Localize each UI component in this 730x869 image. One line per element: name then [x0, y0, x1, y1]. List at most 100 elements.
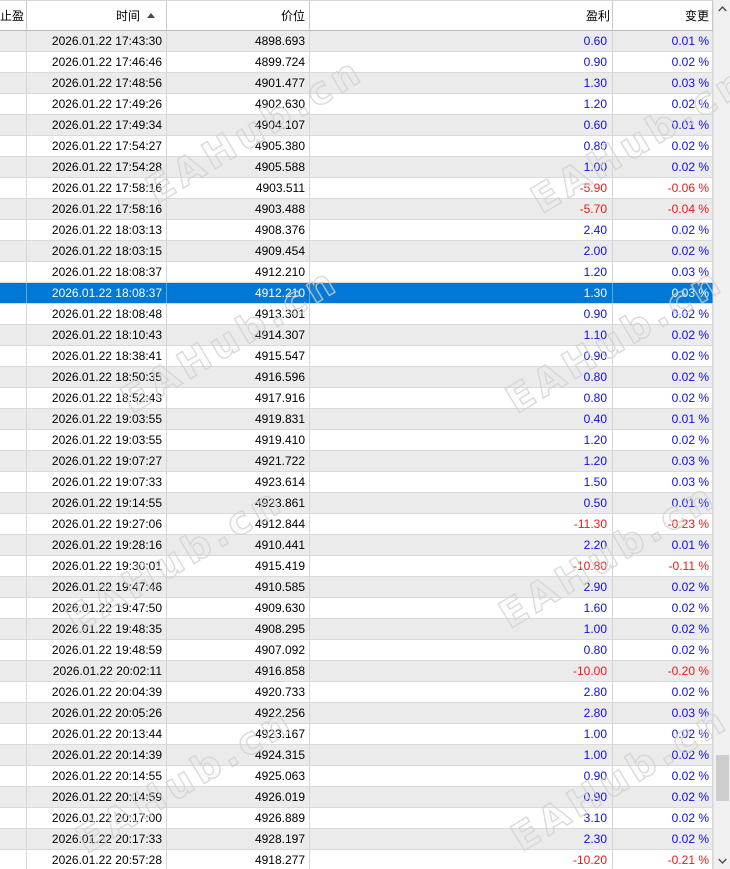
table-row[interactable]: 2026.01.22 18:38:41 4915.547 0.90 0.02 % — [0, 346, 713, 367]
cell-price: 4903.488 — [167, 199, 310, 219]
cell-price: 4915.419 — [167, 556, 310, 576]
cell-time: 2026.01.22 20:14:39 — [27, 745, 167, 765]
table-row[interactable]: 2026.01.22 19:30:01 4915.419 -10.80 -0.11 % — [0, 556, 713, 577]
cell-price: 4912.210 — [167, 262, 310, 282]
table-row[interactable]: 2026.01.22 19:27:06 4912.844 -11.30 -0.23 % — [0, 514, 713, 535]
cell-profit: 2.90 — [310, 577, 613, 597]
cell-time: 2026.01.22 18:38:41 — [27, 346, 167, 366]
table-row[interactable]: 2026.01.22 17:58:16 4903.511 -5.90 -0.06 % — [0, 178, 713, 199]
table-row[interactable]: 2026.01.22 17:58:16 4903.488 -5.70 -0.04 % — [0, 199, 713, 220]
table-row[interactable]: 2026.01.22 19:07:27 4921.722 1.20 0.03 % — [0, 451, 713, 472]
table-row[interactable]: 2026.01.22 20:14:55 4925.063 0.90 0.02 % — [0, 766, 713, 787]
column-header-label: 价位 — [280, 9, 305, 23]
cell-time: 2026.01.22 17:46:46 — [27, 52, 167, 72]
cell-change: 0.02 % — [613, 325, 713, 345]
cell-tp — [0, 682, 27, 702]
cell-time: 2026.01.22 17:58:16 — [27, 178, 167, 198]
cell-profit: 0.60 — [310, 31, 613, 51]
table-row[interactable]: 2026.01.22 18:10:43 4914.307 1.10 0.02 % — [0, 325, 713, 346]
scroll-down-button[interactable] — [714, 852, 730, 869]
cell-profit: 2.20 — [310, 535, 613, 555]
cell-time: 2026.01.22 17:54:28 — [27, 157, 167, 177]
cell-profit: 1.10 — [310, 325, 613, 345]
cell-tp — [0, 136, 27, 156]
cell-change: 0.03 % — [613, 472, 713, 492]
cell-change: 0.02 % — [613, 787, 713, 807]
cell-change: 0.02 % — [613, 241, 713, 261]
table-row[interactable]: 2026.01.22 20:04:39 4920.733 2.80 0.02 % — [0, 682, 713, 703]
cell-change: -0.23 % — [613, 514, 713, 534]
table-row[interactable]: 2026.01.22 20:05:26 4922.256 2.80 0.03 % — [0, 703, 713, 724]
table-row[interactable]: 2026.01.22 19:47:50 4909.630 1.60 0.02 % — [0, 598, 713, 619]
cell-profit: 0.90 — [310, 304, 613, 324]
cell-time: 2026.01.22 19:03:55 — [27, 430, 167, 450]
cell-profit: 1.20 — [310, 451, 613, 471]
cell-time: 2026.01.22 19:28:16 — [27, 535, 167, 555]
table-row[interactable]: 2026.01.22 18:03:15 4909.454 2.00 0.02 % — [0, 241, 713, 262]
table-row[interactable]: 2026.01.22 20:13:44 4923.167 1.00 0.02 % — [0, 724, 713, 745]
cell-profit: 1.20 — [310, 262, 613, 282]
cell-time: 2026.01.22 17:48:56 — [27, 73, 167, 93]
table-row[interactable]: 2026.01.22 19:03:55 4919.410 1.20 0.02 % — [0, 430, 713, 451]
table-row[interactable]: 2026.01.22 17:48:56 4901.477 1.30 0.03 % — [0, 73, 713, 94]
cell-tp — [0, 325, 27, 345]
cell-price: 4901.477 — [167, 73, 310, 93]
cell-tp — [0, 304, 27, 324]
cell-tp — [0, 115, 27, 135]
cell-change: 0.02 % — [613, 619, 713, 639]
cell-change: 0.02 % — [613, 808, 713, 828]
table-row[interactable]: 2026.01.22 20:14:59 4926.019 0.90 0.02 % — [0, 787, 713, 808]
cell-time: 2026.01.22 17:43:30 — [27, 31, 167, 51]
table-row[interactable]: 2026.01.22 19:07:33 4923.614 1.50 0.03 % — [0, 472, 713, 493]
table-row[interactable]: 2026.01.22 19:48:35 4908.295 1.00 0.02 % — [0, 619, 713, 640]
cell-profit: 0.40 — [310, 409, 613, 429]
cell-profit: -5.70 — [310, 199, 613, 219]
table-row[interactable]: 2026.01.22 17:54:27 4905.380 0.80 0.02 % — [0, 136, 713, 157]
table-row[interactable]: 2026.01.22 19:47:46 4910.585 2.90 0.02 % — [0, 577, 713, 598]
table-row[interactable]: 2026.01.22 20:02:11 4916.858 -10.00 -0.20 % — [0, 661, 713, 682]
column-header-change[interactable]: 变更 — [613, 1, 713, 30]
table-row[interactable]: 2026.01.22 20:17:33 4928.197 2.30 0.02 % — [0, 829, 713, 850]
table-row[interactable]: 2026.01.22 19:03:55 4919.831 0.40 0.01 % — [0, 409, 713, 430]
cell-profit: 0.90 — [310, 52, 613, 72]
table-row[interactable]: 2026.01.22 17:49:34 4904.107 0.60 0.01 % — [0, 115, 713, 136]
table-row[interactable]: 2026.01.22 20:14:39 4924.315 1.00 0.02 % — [0, 745, 713, 766]
table-row[interactable]: 2026.01.22 18:08:37 4912.210 1.20 0.03 % — [0, 262, 713, 283]
column-header-price[interactable]: 价位 — [167, 1, 310, 30]
cell-tp — [0, 661, 27, 681]
table-row[interactable]: 2026.01.22 17:54:28 4905.588 1.00 0.02 % — [0, 157, 713, 178]
column-header-take-profit[interactable]: 止盈 — [0, 1, 27, 30]
cell-time: 2026.01.22 20:17:33 — [27, 829, 167, 849]
table-row[interactable]: 2026.01.22 19:28:16 4910.441 2.20 0.01 % — [0, 535, 713, 556]
scrollbar-thumb[interactable] — [716, 755, 729, 801]
vertical-scrollbar[interactable] — [713, 0, 730, 869]
table-row[interactable]: 2026.01.22 20:17:00 4926.889 3.10 0.02 % — [0, 808, 713, 829]
table-row[interactable]: 2026.01.22 18:03:13 4908.376 2.40 0.02 % — [0, 220, 713, 241]
cell-tp — [0, 766, 27, 786]
cell-price: 4919.410 — [167, 430, 310, 450]
table-row[interactable]: 2026.01.22 17:43:30 4898.693 0.60 0.01 % — [0, 31, 713, 52]
scroll-up-button[interactable] — [714, 0, 730, 17]
column-header-time[interactable]: 时间 — [27, 1, 167, 30]
column-header-profit[interactable]: 盈利 — [310, 1, 613, 30]
cell-time: 2026.01.22 18:52:43 — [27, 388, 167, 408]
cell-change: -0.21 % — [613, 850, 713, 869]
table-row[interactable]: 2026.01.22 19:48:59 4907.092 0.80 0.02 % — [0, 640, 713, 661]
table-row[interactable]: 2026.01.22 18:08:48 4913.301 0.90 0.02 % — [0, 304, 713, 325]
table-row[interactable]: 2026.01.22 19:14:55 4923.861 0.50 0.01 % — [0, 493, 713, 514]
cell-price: 4917.916 — [167, 388, 310, 408]
cell-tp — [0, 472, 27, 492]
table-row[interactable]: 2026.01.22 18:50:35 4916.596 0.80 0.02 % — [0, 367, 713, 388]
table-row[interactable]: 2026.01.22 17:46:46 4899.724 0.90 0.02 % — [0, 52, 713, 73]
table-row[interactable]: 2026.01.22 20:57:28 4918.277 -10.20 -0.21 % — [0, 850, 713, 869]
cell-change: 0.01 % — [613, 535, 713, 555]
cell-change: 0.02 % — [613, 304, 713, 324]
table-row[interactable]: 2026.01.22 18:08:37 4912.210 1.30 0.03 % — [0, 283, 713, 304]
cell-profit: -10.00 — [310, 661, 613, 681]
cell-price: 4903.511 — [167, 178, 310, 198]
table-row[interactable]: 2026.01.22 17:49:26 4902.630 1.20 0.02 % — [0, 94, 713, 115]
cell-time: 2026.01.22 19:47:46 — [27, 577, 167, 597]
cell-price: 4926.019 — [167, 787, 310, 807]
cell-time: 2026.01.22 20:04:39 — [27, 682, 167, 702]
table-row[interactable]: 2026.01.22 18:52:43 4917.916 0.80 0.02 % — [0, 388, 713, 409]
